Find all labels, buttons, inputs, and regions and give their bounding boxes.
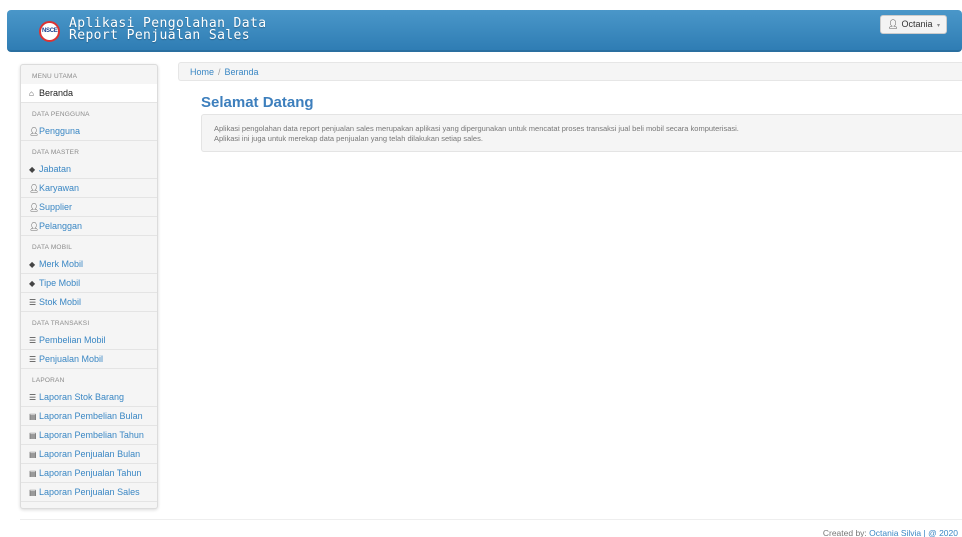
user-icon: 👤︎	[29, 203, 40, 212]
app-title-line2: Report Penjualan Sales	[69, 28, 250, 43]
sidebar-item-beranda[interactable]: ⌂ Beranda	[21, 84, 157, 103]
sidebar-item-laporan-pembelian-tahun[interactable]: ▤ Laporan Pembelian Tahun	[21, 426, 157, 445]
footer-divider	[20, 519, 962, 520]
top-navbar: NSCE Aplikasi Pengolahan Data Report Pen…	[7, 10, 962, 52]
sidebar-item-supplier[interactable]: 👤︎Supplier	[21, 198, 157, 217]
list-icon: ☰	[29, 298, 37, 307]
nav-section-header: DATA TRANSAKSI	[32, 320, 90, 327]
user-icon: 👤︎	[29, 222, 40, 231]
user-icon: 👤︎	[29, 184, 40, 193]
sidebar-item-karyawan[interactable]: 👤︎Karyawan	[21, 179, 157, 198]
user-menu-button[interactable]: 👤︎ Octania ▾	[880, 15, 947, 34]
sidebar-menu: MENU UTAMA ⌂ Beranda DATA PENGGUNA 👤︎Penggun…	[20, 64, 158, 509]
sidebar-item-penjualan-mobil[interactable]: ☰ Penjualan Mobil	[21, 350, 157, 369]
nav-section-header: LAPORAN	[32, 377, 65, 384]
sidebar-item-laporan-pembelian-bulan[interactable]: ▤ Laporan Pembelian Bulan	[21, 407, 157, 426]
sidebar-item-label: Laporan Pembelian Bulan	[39, 411, 143, 421]
sidebar-item-label: Pengguna	[39, 126, 81, 136]
sidebar-item-laporan-penjualan-tahun[interactable]: ▤ Laporan Penjualan Tahun	[21, 464, 157, 483]
tag-icon: ◆	[29, 165, 36, 174]
home-icon: ⌂	[29, 89, 34, 98]
sidebar-item-label: Penjualan Mobil	[39, 354, 104, 364]
sidebar-item-laporan-penjualan-bulan[interactable]: ▤ Laporan Penjualan Bulan	[21, 445, 157, 464]
page-title: Selamat Datang	[201, 94, 314, 111]
sidebar-item-label: Laporan Penjualan Sales	[39, 487, 140, 497]
list-icon: ☰	[29, 336, 37, 345]
sidebar-item-label: Pembelian Mobil	[39, 335, 106, 345]
sidebar-item-pengguna[interactable]: 👤︎Pengguna	[21, 122, 157, 141]
welcome-text-line1: Aplikasi pengolahan data report penjuala…	[214, 124, 739, 133]
sidebar-item-label: Laporan Stok Barang	[39, 392, 125, 402]
list-icon: ☰	[29, 393, 37, 402]
sidebar-item-label: Karyawan	[39, 183, 80, 193]
sidebar-item-tipe-mobil[interactable]: ◆ Tipe Mobil	[21, 274, 157, 293]
breadcrumb-home[interactable]: Home	[190, 67, 214, 77]
app-logo[interactable]: NSCE	[39, 21, 60, 42]
sidebar-item-label: Tipe Mobil	[39, 278, 81, 288]
sidebar-item-stok-mobil[interactable]: ☰ Stok Mobil	[21, 293, 157, 312]
nav-section-header: DATA MOBIL	[32, 244, 73, 251]
breadcrumb-current[interactable]: Beranda	[225, 67, 259, 77]
nav-section-header: DATA MASTER	[32, 149, 80, 156]
sidebar-item-pelanggan[interactable]: 👤︎Pelanggan	[21, 217, 157, 236]
sidebar-item-label: Pelanggan	[39, 221, 83, 231]
user-icon: 👤︎	[29, 127, 40, 136]
sidebar-item-label: Laporan Pembelian Tahun	[39, 430, 144, 440]
sidebar-item-label: Supplier	[39, 202, 73, 212]
footer: Created by: Octania Silvia | @ 2020	[823, 528, 958, 537]
sidebar-item-label: Laporan Penjualan Tahun	[39, 468, 142, 478]
report-icon: ▤	[29, 412, 37, 421]
footer-prefix: Created by:	[822, 528, 867, 537]
app-title[interactable]: Aplikasi Pengolahan Data Report Penjuala…	[69, 17, 266, 43]
sidebar-item-label: Laporan Penjualan Bulan	[39, 449, 141, 459]
sidebar-item-label: Merk Mobil	[39, 259, 84, 269]
report-icon: ▤	[29, 469, 37, 478]
welcome-text-line2: Aplikasi ini juga untuk merekap data pen…	[214, 134, 483, 143]
footer-author-link[interactable]: Octania Silvia	[869, 528, 921, 537]
welcome-panel: Aplikasi pengolahan data report penjuala…	[201, 114, 962, 152]
user-menu-label: Octania	[901, 19, 933, 29]
sidebar-item-label: Beranda	[39, 88, 74, 98]
sidebar-item-label: Jabatan	[39, 164, 72, 174]
nav-section-header: DATA PENGGUNA	[32, 111, 90, 118]
sidebar-item-merk-mobil[interactable]: ◆ Merk Mobil	[21, 255, 157, 274]
sidebar-item-jabatan[interactable]: ◆ Jabatan	[21, 160, 157, 179]
sidebar-item-pembelian-mobil[interactable]: ☰ Pembelian Mobil	[21, 331, 157, 350]
report-icon: ▤	[29, 431, 37, 440]
sidebar-item-laporan-penjualan-sales[interactable]: ▤ Laporan Penjualan Sales	[21, 483, 157, 502]
sidebar-item-label: Stok Mobil	[39, 297, 82, 307]
user-icon: 👤︎	[887, 19, 899, 29]
tag-icon: ◆	[29, 279, 36, 288]
breadcrumb-separator: /	[218, 67, 221, 77]
report-icon: ▤	[29, 488, 37, 497]
nav-section-header: MENU UTAMA	[32, 73, 78, 80]
breadcrumb: Home / Beranda	[178, 62, 962, 81]
caret-down-icon: ▾	[936, 23, 940, 29]
report-icon: ▤	[29, 450, 37, 459]
list-icon: ☰	[29, 355, 37, 364]
sidebar-item-laporan-stok-barang[interactable]: ☰ Laporan Stok Barang	[21, 388, 157, 407]
footer-year: | @ 2020	[923, 528, 958, 537]
logo-text: NSCE	[42, 28, 58, 34]
tag-icon: ◆	[29, 260, 36, 269]
